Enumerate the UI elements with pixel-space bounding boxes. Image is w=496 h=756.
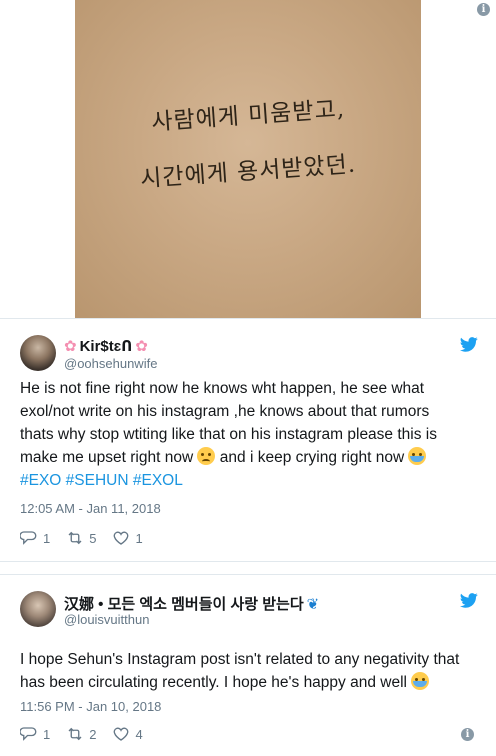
reply-count: 1: [43, 530, 51, 546]
butterfly-emoji-icon: ❦: [306, 595, 320, 613]
retweet-icon: [68, 531, 82, 545]
crying-face-emoji-icon: [408, 447, 427, 465]
reply-button[interactable]: 1: [20, 529, 50, 547]
reply-icon: [20, 727, 37, 741]
retweet-icon: [68, 727, 82, 741]
tweet-actions: 1 2 4: [20, 725, 159, 743]
reply-count: 1: [43, 726, 51, 742]
avatar[interactable]: [20, 335, 56, 371]
tweet-actions: 1 5 1: [20, 529, 159, 547]
hashtag-link[interactable]: #EXO: [20, 472, 61, 489]
hashtag-link[interactable]: #SEHUN: [66, 472, 129, 489]
retweet-count: 5: [89, 530, 97, 546]
flower-emoji-icon: ✿: [135, 338, 148, 355]
display-name[interactable]: 汉娜 • 모든 엑소 멤버들이 사랑 받는다 ❦: [64, 593, 319, 614]
tweet-card[interactable]: 汉娜 • 모든 엑소 멤버들이 사랑 받는다 ❦ @louisvuitthun …: [0, 574, 496, 756]
display-name-text: Kir$tɛՈ: [79, 338, 133, 355]
info-icon[interactable]: i: [461, 728, 474, 741]
retweet-count: 2: [89, 726, 97, 742]
retweet-button[interactable]: 2: [66, 725, 96, 743]
tweet-timestamp[interactable]: 12:05 AM - Jan 11, 2018: [20, 501, 161, 516]
display-name-text: 汉娜 • 모든 엑소 멤버들이 사랑 받는다: [64, 596, 304, 613]
avatar[interactable]: [20, 591, 56, 627]
tweet-text-part-2: and i keep crying right now: [215, 449, 409, 466]
reply-icon: [20, 531, 37, 545]
photo-text-line-2: 시간에게 용서받았던.: [139, 151, 357, 193]
tweet-timestamp[interactable]: 11:56 PM - Jan 10, 2018: [20, 699, 161, 714]
twitter-bird-icon[interactable]: [460, 593, 478, 608]
display-name[interactable]: ✿ Kir$tɛՈ ✿: [64, 337, 148, 355]
retweet-button[interactable]: 5: [66, 529, 96, 547]
tweet-text: I hope Sehun's Instagram post isn't rela…: [20, 648, 460, 694]
photo-text-line-1: 사람에게 미움받고,: [150, 96, 346, 136]
tweet-text: He is not fine right now he knows wht ha…: [20, 377, 460, 492]
crying-face-emoji-icon: [411, 672, 430, 690]
twitter-bird-icon[interactable]: [460, 337, 478, 352]
disappointed-face-emoji-icon: [197, 447, 216, 465]
user-handle[interactable]: @oohsehunwife: [64, 356, 157, 371]
tweet-card[interactable]: ✿ Kir$tɛՈ ✿ @oohsehunwife He is not fine…: [0, 318, 496, 562]
embedded-photo-area: 사람에게 미움받고, 시간에게 용서받았던. i: [0, 0, 496, 318]
book-page-photo[interactable]: 사람에게 미움받고, 시간에게 용서받았던.: [75, 0, 421, 318]
hashtag-link[interactable]: #EXOL: [133, 472, 183, 489]
like-button[interactable]: 1: [112, 529, 143, 547]
info-icon[interactable]: i: [477, 3, 490, 16]
like-button[interactable]: 4: [112, 725, 143, 743]
reply-button[interactable]: 1: [20, 725, 50, 743]
user-handle[interactable]: @louisvuitthun: [64, 612, 149, 627]
like-count: 1: [135, 530, 143, 546]
tweet-text-body: I hope Sehun's Instagram post isn't rela…: [20, 651, 460, 691]
flower-emoji-icon: ✿: [64, 338, 77, 355]
like-count: 4: [135, 726, 143, 742]
heart-icon: [114, 727, 129, 741]
heart-icon: [114, 531, 129, 545]
